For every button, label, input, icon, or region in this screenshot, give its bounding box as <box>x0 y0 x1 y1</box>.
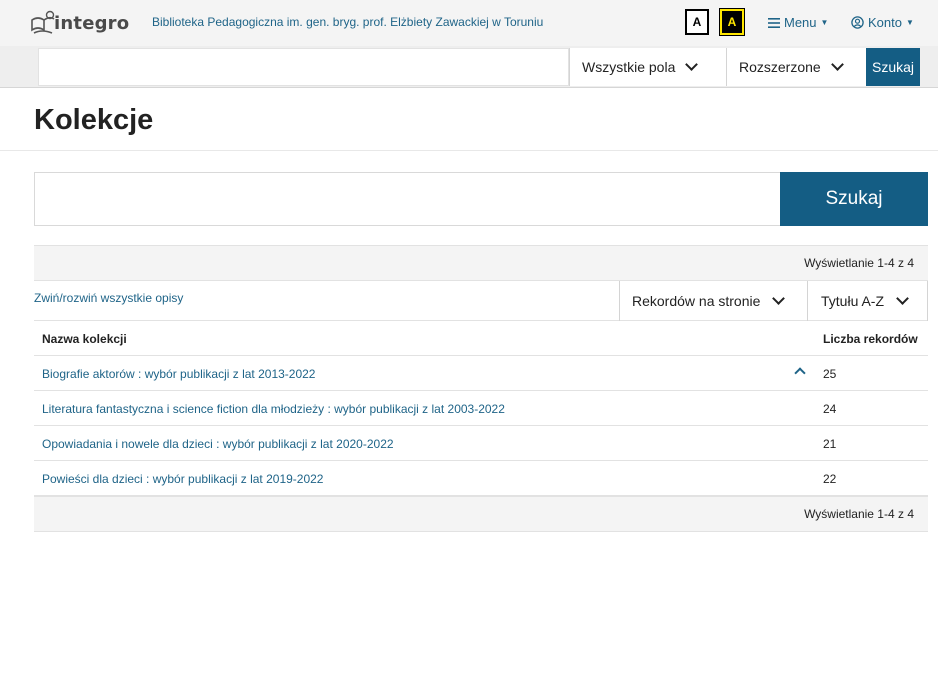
hamburger-icon <box>768 17 780 28</box>
collection-link[interactable]: Biografie aktorów : wybór publikacji z l… <box>42 367 315 381</box>
chevron-down-icon <box>772 292 786 305</box>
search-mode-select[interactable]: Rozszerzone <box>726 48 866 86</box>
logo-text: integro <box>54 12 130 34</box>
library-name-link[interactable]: Biblioteka Pedagogiczna im. gen. bryg. p… <box>152 15 543 29</box>
collection-link[interactable]: Powieści dla dzieci : wybór publikacji z… <box>42 472 323 486</box>
account-label: Konto <box>868 15 902 30</box>
table-row: Literatura fantastyczna i science fictio… <box>34 391 928 426</box>
chevron-down-icon <box>896 292 909 305</box>
collection-link[interactable]: Literatura fantastyczna i science fictio… <box>42 402 505 416</box>
column-header-count: Liczba rekordów <box>823 332 918 346</box>
record-count: 22 <box>823 472 837 486</box>
user-circle-icon <box>851 16 864 29</box>
table-row: Biografie aktorów : wybór publikacji z l… <box>34 356 928 391</box>
toggle-all-descriptions-link[interactable]: Zwiń/rozwiń wszystkie opisy <box>34 291 183 305</box>
page-title: Kolekcje <box>34 104 154 136</box>
search-field-value: Wszystkie pola <box>582 59 676 75</box>
record-count: 24 <box>823 402 837 416</box>
collection-search-input[interactable] <box>34 172 781 226</box>
top-search-bar: Wszystkie pola Rozszerzone Szukaj <box>0 46 938 88</box>
top-search-button[interactable]: Szukaj <box>866 48 920 86</box>
normal-contrast-button[interactable]: A <box>685 9 709 35</box>
caret-down-icon: ▼ <box>905 18 914 27</box>
integro-logo[interactable]: integro <box>30 3 129 43</box>
table-header: Nazwa kolekcji Liczba rekordów <box>34 321 928 356</box>
book-logo-icon <box>31 10 55 34</box>
records-per-page-label: Rekordów na stronie <box>632 293 761 309</box>
account-button[interactable]: Konto ▼ <box>851 15 914 30</box>
results-summary-top: Wyświetlanie 1-4 z 4 <box>34 245 928 281</box>
results-summary-bottom: Wyświetlanie 1-4 z 4 <box>34 496 928 532</box>
caret-down-icon: ▼ <box>820 18 829 27</box>
chevron-down-icon <box>830 58 844 71</box>
divider <box>0 150 938 151</box>
sort-select[interactable]: Tytułu A-Z <box>809 281 928 321</box>
top-header: integro Biblioteka Pedagogiczna im. gen.… <box>0 0 938 46</box>
results-toolbar: Zwiń/rozwiń wszystkie opisy Rekordów na … <box>34 281 928 321</box>
search-mode-value: Rozszerzone <box>739 59 821 75</box>
collection-link[interactable]: Opowiadania i nowele dla dzieci : wybór … <box>42 437 394 451</box>
top-search-input[interactable] <box>38 48 569 86</box>
search-field-select[interactable]: Wszystkie pola <box>569 48 726 86</box>
high-contrast-button[interactable]: A <box>719 8 745 36</box>
table-row: Powieści dla dzieci : wybór publikacji z… <box>34 461 928 496</box>
records-per-page-select[interactable]: Rekordów na stronie <box>619 281 808 321</box>
chevron-up-icon[interactable] <box>794 367 806 379</box>
collection-search-button[interactable]: Szukaj <box>780 172 928 226</box>
sort-label: Tytułu A-Z <box>821 293 885 309</box>
record-count: 25 <box>823 367 837 381</box>
table-row: Opowiadania i nowele dla dzieci : wybór … <box>34 426 928 461</box>
menu-label: Menu <box>784 15 817 30</box>
menu-button[interactable]: Menu ▼ <box>768 15 828 30</box>
chevron-down-icon <box>685 58 699 71</box>
record-count: 21 <box>823 437 837 451</box>
column-header-name: Nazwa kolekcji <box>42 332 127 346</box>
results-summary-text: Wyświetlanie 1-4 z 4 <box>804 507 914 521</box>
results-summary-text: Wyświetlanie 1-4 z 4 <box>804 256 914 270</box>
